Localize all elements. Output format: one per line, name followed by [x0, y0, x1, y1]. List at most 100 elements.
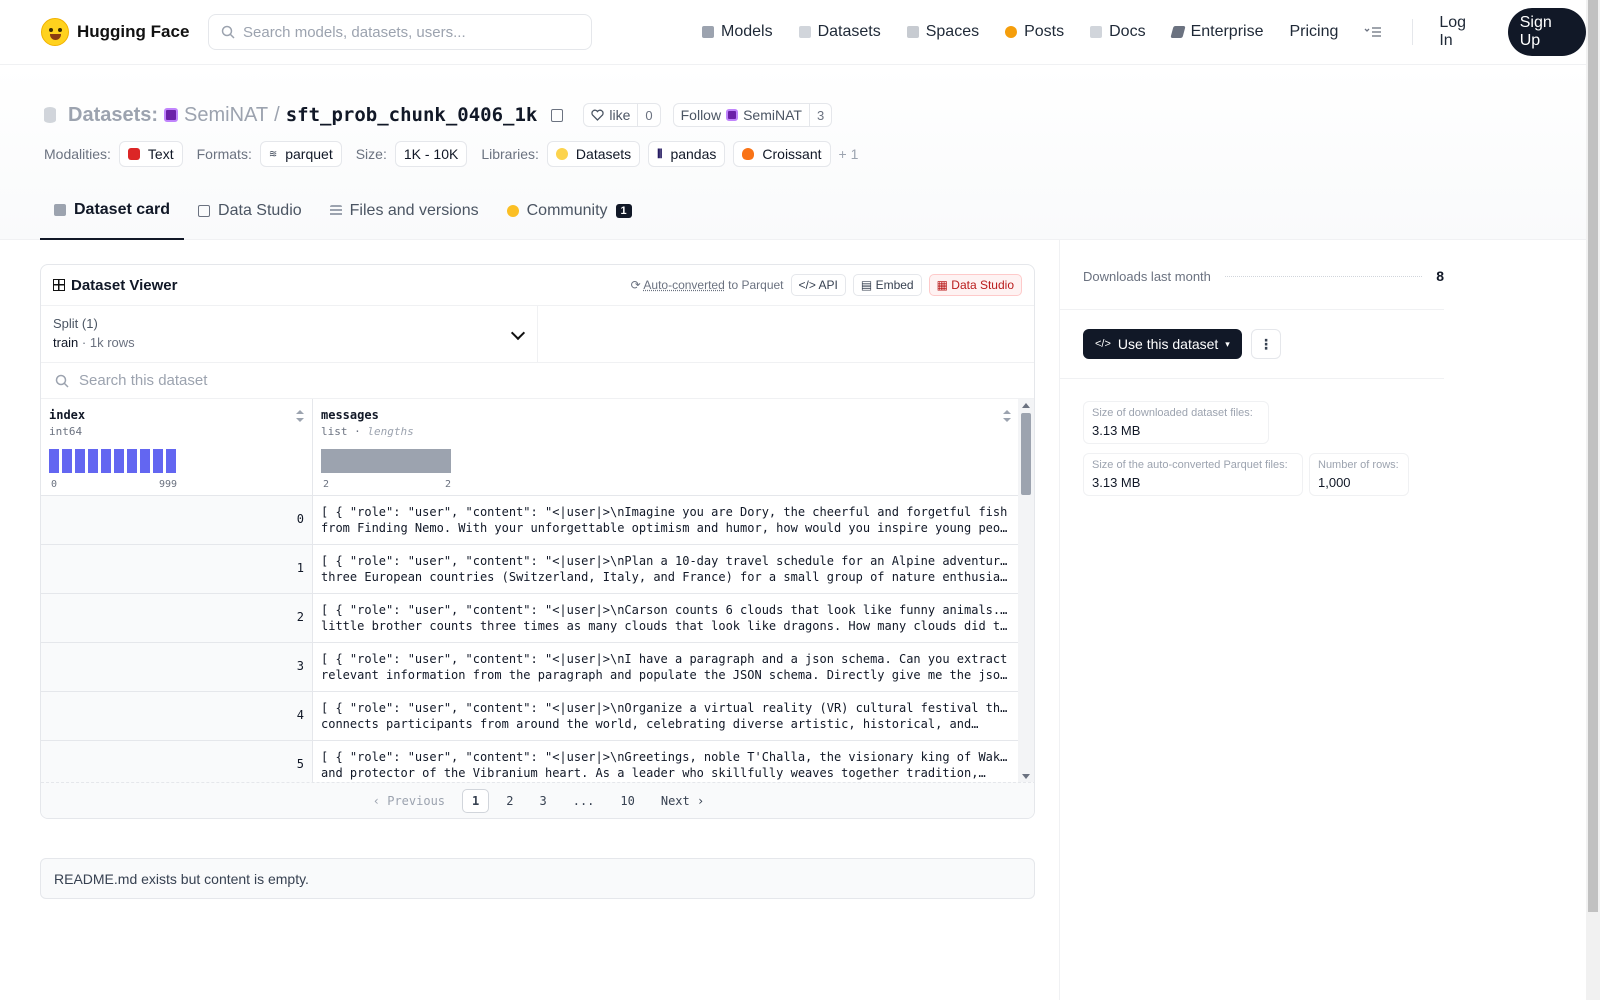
repo-header: Datasets: SemiNAT / sft_prob_chunk_0406_… — [0, 65, 1586, 240]
org-link[interactable]: SemiNAT — [184, 104, 268, 127]
stat-value: 3.13 MB — [1092, 475, 1141, 490]
text-modality-icon — [127, 148, 140, 160]
global-search-input[interactable] — [243, 23, 563, 41]
tag-parquet[interactable]: ≋ parquet — [259, 141, 342, 167]
table-row[interactable]: 3 [ { "role": "user", "content": "<|user|… — [41, 643, 1019, 692]
tag-library-croissant[interactable]: Croissant — [733, 141, 831, 167]
table-row[interactable]: 4 [ { "role": "user", "content": "<|user|… — [41, 692, 1019, 741]
sort-icon[interactable] — [1003, 410, 1011, 422]
parquet-icon: ≋ — [268, 148, 278, 160]
page-scrollbar[interactable] — [1586, 0, 1600, 1000]
org-avatar-icon — [164, 108, 179, 122]
row-line: [ { "role": "user", "content": "<|user|>… — [321, 505, 1008, 519]
like-button[interactable]: like 0 — [583, 103, 661, 127]
repo-tabs: Dataset card Data Studio Files and versi… — [40, 182, 646, 240]
row-line: [ { "role": "user", "content": "<|user|>… — [321, 750, 1011, 764]
index-histogram — [49, 449, 176, 473]
sort-icon[interactable] — [296, 410, 304, 422]
like-count: 0 — [637, 104, 659, 126]
modalities-label: Modalities: — [44, 146, 111, 162]
table-row[interactable]: 0 [ { "role": "user", "content": "<|user|… — [41, 496, 1019, 545]
book-icon — [1090, 26, 1103, 38]
page-2[interactable]: 2 — [497, 790, 522, 812]
page-3[interactable]: 3 — [530, 790, 555, 812]
row-messages: [ { "role": "user", "content": "<|user|>… — [313, 692, 1019, 740]
row-messages: [ { "role": "user", "content": "<|user|>… — [313, 643, 1019, 691]
scroll-thumb[interactable] — [1021, 413, 1031, 495]
tag-library-datasets[interactable]: Datasets — [546, 141, 641, 167]
split-row: Split (1) train · 1k rows — [41, 306, 1034, 363]
more-libraries[interactable]: + 1 — [839, 146, 859, 162]
index-max: 999 — [159, 479, 178, 490]
size-label: Size: — [355, 146, 387, 162]
hugging-face-logo-icon — [41, 18, 69, 46]
table-row[interactable]: 1 [ { "role": "user", "content": "<|user|… — [41, 545, 1019, 594]
search-icon — [55, 374, 69, 388]
column-header-index[interactable]: index int64 0 999 — [41, 399, 313, 496]
tab-files-versions[interactable]: Files and versions — [316, 182, 493, 240]
code-icon: </> — [1095, 338, 1111, 350]
stat-download-size: Size of downloaded dataset files: 3.13 M… — [1083, 401, 1269, 444]
table-row[interactable]: 5 [ { "role": "user", "content": "<|user|… — [41, 741, 1019, 783]
code-icon: </> — [798, 278, 816, 292]
row-line: [ { "role": "user", "content": "<|user|>… — [321, 701, 1011, 715]
table-row[interactable]: 2 [ { "role": "user", "content": "<|user|… — [41, 594, 1019, 643]
more-options-button[interactable]: ⋮ — [1251, 329, 1281, 359]
hist-bar — [166, 449, 176, 473]
row-messages: [ { "role": "user", "content": "<|user|>… — [313, 545, 1019, 593]
tab-dataset-card[interactable]: Dataset card — [40, 182, 185, 240]
dataset-search-input[interactable] — [79, 372, 579, 389]
nav-enterprise[interactable]: Enterprise — [1169, 23, 1263, 41]
tag-text[interactable]: Text — [118, 141, 183, 167]
scroll-up-icon[interactable] — [1022, 403, 1030, 408]
column-header-messages[interactable]: messages list · lengths 2 2 — [313, 399, 1019, 496]
dataset-name[interactable]: sft_prob_chunk_0406_1k — [286, 104, 538, 126]
tag-library-pandas[interactable]: ⦀ pandas — [648, 141, 726, 167]
nav-more-menu[interactable] — [1364, 26, 1382, 38]
grid-icon — [906, 26, 919, 38]
row-messages: [ { "role": "user", "content": "<|user|>… — [313, 496, 1019, 544]
login-link[interactable]: Log In — [1439, 14, 1481, 50]
hist-bar — [140, 449, 150, 473]
row-line: from Finding Nemo. With your unforgettab… — [321, 521, 1011, 535]
stat-row-count: Number of rows: 1,000 — [1309, 453, 1409, 496]
nav-posts[interactable]: Posts — [1005, 23, 1064, 41]
prev-page-button[interactable]: ‹ Previous — [364, 790, 454, 812]
nav-models[interactable]: Models — [702, 23, 773, 41]
section-label[interactable]: Datasets: — [68, 104, 158, 127]
nav-datasets[interactable]: Datasets — [798, 23, 881, 41]
repo-title: Datasets: SemiNAT / sft_prob_chunk_0406_… — [44, 103, 833, 127]
signup-button[interactable]: Sign Up — [1507, 8, 1586, 56]
database-icon — [798, 26, 811, 38]
copy-icon[interactable] — [551, 108, 564, 122]
hist-bar — [127, 449, 137, 473]
tag-size[interactable]: 1K - 10K — [394, 141, 468, 167]
api-button[interactable]: </> API — [790, 274, 846, 296]
nav-pricing[interactable]: Pricing — [1289, 23, 1338, 41]
nav-docs[interactable]: Docs — [1090, 23, 1146, 41]
data-table: index int64 0 999 messages list · length… — [41, 399, 1034, 783]
split-selector[interactable]: Split (1) train · 1k rows — [41, 306, 538, 362]
enterprise-icon — [1169, 26, 1186, 38]
tab-data-studio[interactable]: Data Studio — [184, 182, 316, 240]
page-1[interactable]: 1 — [462, 788, 490, 813]
brand-logo[interactable]: Hugging Face — [41, 18, 189, 46]
table-scrollbar[interactable] — [1018, 399, 1034, 783]
auto-converted-link[interactable]: Auto-converted — [643, 278, 724, 292]
data-studio-button[interactable]: ▦ Data Studio — [928, 274, 1022, 296]
page-10[interactable]: 10 — [611, 790, 643, 812]
hist-bar — [49, 449, 59, 473]
org-avatar-icon — [726, 109, 739, 121]
scroll-down-icon[interactable] — [1022, 774, 1030, 779]
hist-bar — [62, 449, 72, 473]
messages-max: 2 — [445, 479, 452, 490]
hist-bar — [88, 449, 98, 473]
follow-button[interactable]: Follow SemiNAT 3 — [672, 103, 833, 127]
embed-button[interactable]: ▤ Embed — [852, 274, 922, 296]
next-page-button[interactable]: Next › — [652, 790, 713, 812]
tab-community[interactable]: Community 1 — [493, 182, 646, 240]
page-scroll-thumb[interactable] — [1588, 0, 1598, 912]
nav-spaces[interactable]: Spaces — [906, 23, 979, 41]
chat-bubble-icon — [1005, 26, 1018, 38]
use-dataset-button[interactable]: </> Use this dataset ▾ — [1083, 329, 1242, 359]
